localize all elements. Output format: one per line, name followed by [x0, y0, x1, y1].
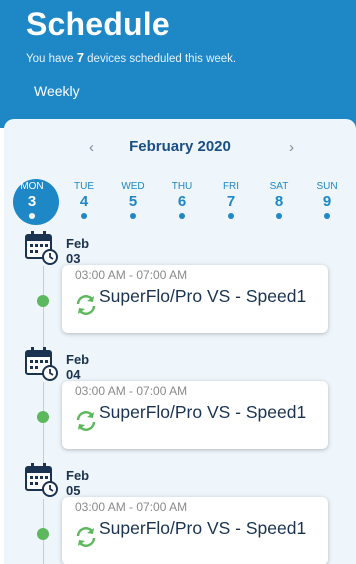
- device-count: 7: [76, 50, 84, 65]
- day-name: TUE: [74, 181, 94, 192]
- calendar-clock-icon: [25, 231, 58, 265]
- day-name: SAT: [269, 181, 289, 192]
- schedule-panel: ‹ February 2020 › MON 3 TUE 4 WED 5 THU …: [4, 119, 356, 564]
- timeline-line: [43, 266, 44, 349]
- week-strip: MON 3 TUE 4 WED 5 THU 6 FRI 7 SAT 8 SUN …: [4, 181, 356, 227]
- day-tue[interactable]: TUE 4: [64, 181, 104, 219]
- day-number: 4: [79, 193, 89, 210]
- event-time: 03:00 AM - 07:00 AM: [75, 384, 188, 398]
- event-dot-icon: [324, 213, 330, 219]
- schedule-card[interactable]: 03:00 AM - 07:00 AM SuperFlo/Pro VS - Sp…: [62, 381, 328, 449]
- day-name: SUN: [316, 181, 338, 192]
- calendar-clock-icon: [25, 347, 58, 381]
- event-time: 03:00 AM - 07:00 AM: [75, 268, 188, 282]
- summary-suffix: devices scheduled this week.: [83, 53, 237, 65]
- schedule-card[interactable]: 03:00 AM - 07:00 AM SuperFlo/Pro VS - Sp…: [62, 265, 328, 333]
- status-dot-icon: [37, 295, 49, 307]
- day-name: WED: [121, 181, 145, 192]
- day-wed[interactable]: WED 5: [113, 181, 153, 219]
- day-number: 5: [128, 193, 138, 210]
- event-dot-icon: [130, 213, 136, 219]
- device-name: SuperFlo/Pro VS - Speed1: [99, 518, 307, 538]
- event-dot-icon: [228, 213, 234, 219]
- month-label: February 2020: [129, 138, 231, 155]
- page-title: Schedule: [26, 6, 170, 42]
- day-mon[interactable]: MON 3: [12, 181, 52, 219]
- schedule-card[interactable]: 03:00 AM - 07:00 AM SuperFlo/Pro VS - Sp…: [62, 497, 328, 564]
- month-navigator: ‹ February 2020 ›: [4, 137, 356, 157]
- next-month-icon[interactable]: ›: [289, 139, 294, 156]
- event-dot-icon: [81, 213, 87, 219]
- tab-weekly[interactable]: Weekly: [34, 83, 80, 99]
- status-dot-icon: [37, 411, 49, 423]
- sync-icon: [76, 527, 96, 547]
- day-name: MON: [20, 181, 44, 192]
- day-name: FRI: [222, 181, 240, 192]
- event-date: Feb 05: [66, 468, 90, 498]
- day-fri[interactable]: FRI 7: [211, 181, 251, 219]
- event-dot-icon: [276, 213, 282, 219]
- event-dot-icon: [29, 213, 35, 219]
- event-time: 03:00 AM - 07:00 AM: [75, 500, 188, 514]
- day-number: 8: [274, 193, 284, 210]
- day-number: 9: [322, 193, 332, 210]
- sync-icon: [76, 411, 96, 431]
- status-dot-icon: [37, 528, 49, 540]
- day-sat[interactable]: SAT 8: [259, 181, 299, 219]
- event-date: Feb 03: [66, 236, 90, 266]
- header: Schedule You have 7 devices scheduled th…: [0, 0, 356, 128]
- timeline-line: [43, 382, 44, 466]
- day-thu[interactable]: THU 6: [162, 181, 202, 219]
- day-number: 6: [177, 193, 187, 210]
- device-name: SuperFlo/Pro VS - Speed1: [99, 402, 307, 422]
- event-date: Feb 04: [66, 352, 90, 382]
- event-dot-icon: [179, 213, 185, 219]
- schedule-summary: You have 7 devices scheduled this week.: [26, 50, 236, 65]
- day-sun[interactable]: SUN 9: [307, 181, 347, 219]
- calendar-clock-icon: [25, 463, 58, 497]
- device-name: SuperFlo/Pro VS - Speed1: [99, 286, 307, 306]
- sync-icon: [76, 295, 96, 315]
- day-number: 3: [27, 193, 37, 210]
- day-name: THU: [171, 181, 193, 192]
- day-number: 7: [226, 193, 236, 210]
- summary-prefix: You have: [26, 53, 77, 65]
